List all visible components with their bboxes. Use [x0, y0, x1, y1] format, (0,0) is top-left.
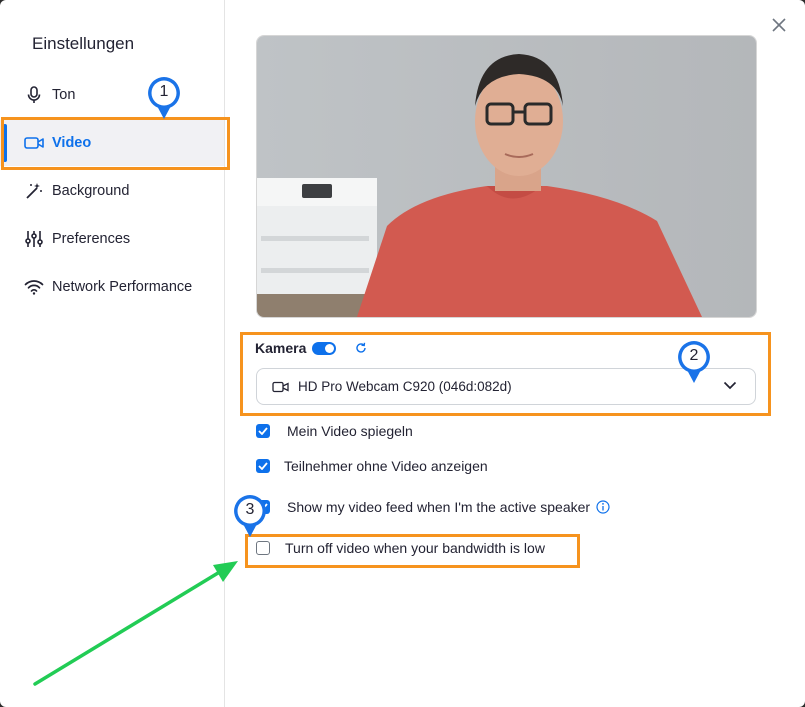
sidebar-item-preferences[interactable]: Preferences: [0, 216, 224, 262]
checkbox-checked[interactable]: [256, 500, 270, 514]
webcam-icon: [272, 381, 289, 393]
checkbox-checked[interactable]: [256, 459, 270, 473]
sliders-icon: [24, 229, 44, 249]
option-label: Mein Video spiegeln: [287, 423, 413, 439]
option-label: Show my video feed when I'm the active s…: [287, 499, 591, 515]
camera-select-value: HD Pro Webcam C920 (046d:082d): [298, 379, 512, 394]
webcam-image: [257, 36, 756, 317]
refresh-icon[interactable]: [355, 342, 367, 354]
option-label: Teilnehmer ohne Video anzeigen: [284, 458, 488, 474]
microphone-icon: [24, 85, 44, 105]
camera-row: Kamera: [255, 340, 367, 356]
video-camera-icon: [24, 133, 44, 153]
sidebar-item-ton[interactable]: Ton: [0, 72, 224, 118]
info-icon[interactable]: [596, 500, 610, 514]
wifi-icon: [24, 277, 44, 297]
settings-dialog: Einstellungen Ton Video Background Prefe…: [0, 0, 805, 707]
sidebar-item-label: Video: [52, 135, 92, 151]
option-label: Turn off video when your bandwidth is lo…: [285, 540, 545, 556]
camera-label: Kamera: [255, 340, 307, 356]
settings-sidebar: Einstellungen Ton Video Background Prefe…: [0, 0, 225, 707]
option-show-participants-without-video[interactable]: Teilnehmer ohne Video anzeigen: [256, 458, 488, 474]
sidebar-item-video[interactable]: Video: [0, 120, 224, 166]
close-button[interactable]: [768, 14, 790, 36]
close-icon: [772, 18, 786, 32]
option-turn-off-video-low-bandwidth[interactable]: Turn off video when your bandwidth is lo…: [256, 540, 545, 556]
magic-wand-icon: [24, 181, 44, 201]
chevron-down-icon: [723, 381, 737, 390]
option-active-speaker-feed[interactable]: Show my video feed when I'm the active s…: [256, 499, 610, 515]
sidebar-item-label: Background: [52, 183, 130, 199]
checkbox-unchecked[interactable]: [256, 541, 270, 555]
option-mirror-video[interactable]: Mein Video spiegeln: [256, 423, 413, 439]
settings-title: Einstellungen: [32, 34, 135, 53]
sidebar-item-label: Ton: [52, 87, 76, 103]
camera-toggle[interactable]: [312, 341, 337, 355]
sidebar-item-network-performance[interactable]: Network Performance: [0, 264, 224, 310]
video-preview: [256, 35, 757, 318]
sidebar-item-label: Preferences: [52, 231, 131, 247]
checkbox-checked[interactable]: [256, 424, 270, 438]
sidebar-item-label: Network Performance: [52, 279, 193, 295]
camera-select[interactable]: HD Pro Webcam C920 (046d:082d): [256, 368, 756, 405]
sidebar-item-background[interactable]: Background: [0, 168, 224, 214]
